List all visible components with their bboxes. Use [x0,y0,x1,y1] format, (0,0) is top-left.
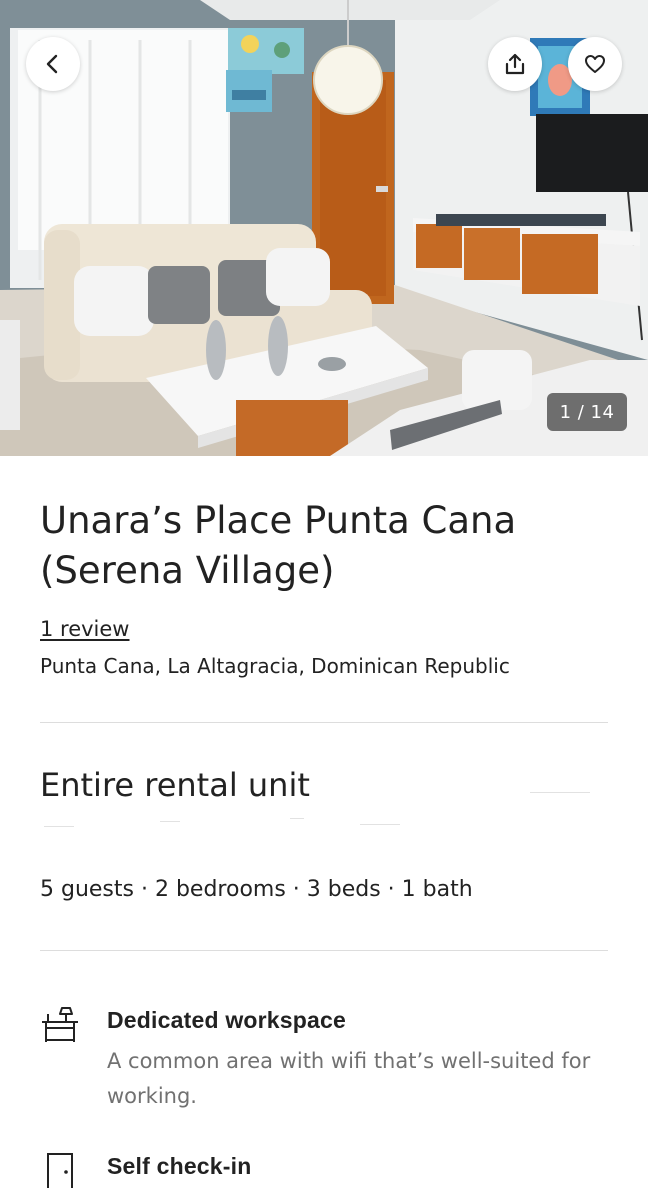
reviews-link[interactable]: 1 review [40,617,130,641]
listing-location: Punta Cana, La Altagracia, Dominican Rep… [40,654,510,678]
living-room-photo [0,0,648,456]
back-button[interactable] [26,37,80,91]
heart-icon [585,55,605,73]
desk-icon [40,1004,80,1044]
capacity-summary: 5 guests · 2 bedrooms · 3 beds · 1 bath [40,877,473,902]
listing-title: Unara’s Place Punta Cana (Serena Village… [40,499,517,592]
amenity-title: Self check-in [107,1153,252,1179]
amenity-description: A common area with wifi that’s well-suit… [107,1049,591,1108]
smudge-mark [160,821,180,822]
share-button[interactable] [488,37,542,91]
smudge-mark [360,824,400,825]
amenity-title: Dedicated workspace [107,1007,347,1033]
door-icon [40,1150,80,1190]
photo-counter: 1 / 14 [547,393,627,431]
save-button[interactable] [568,37,622,91]
listing-type: Entire rental unit [40,766,310,804]
divider [40,950,608,951]
smudge-mark [290,818,304,819]
divider [40,722,608,723]
chevron-left-icon [46,54,58,74]
smudge-mark [44,826,74,827]
listing-photo[interactable]: 1 / 14 [0,0,648,456]
smudge-mark [530,792,590,793]
share-icon [505,53,525,75]
